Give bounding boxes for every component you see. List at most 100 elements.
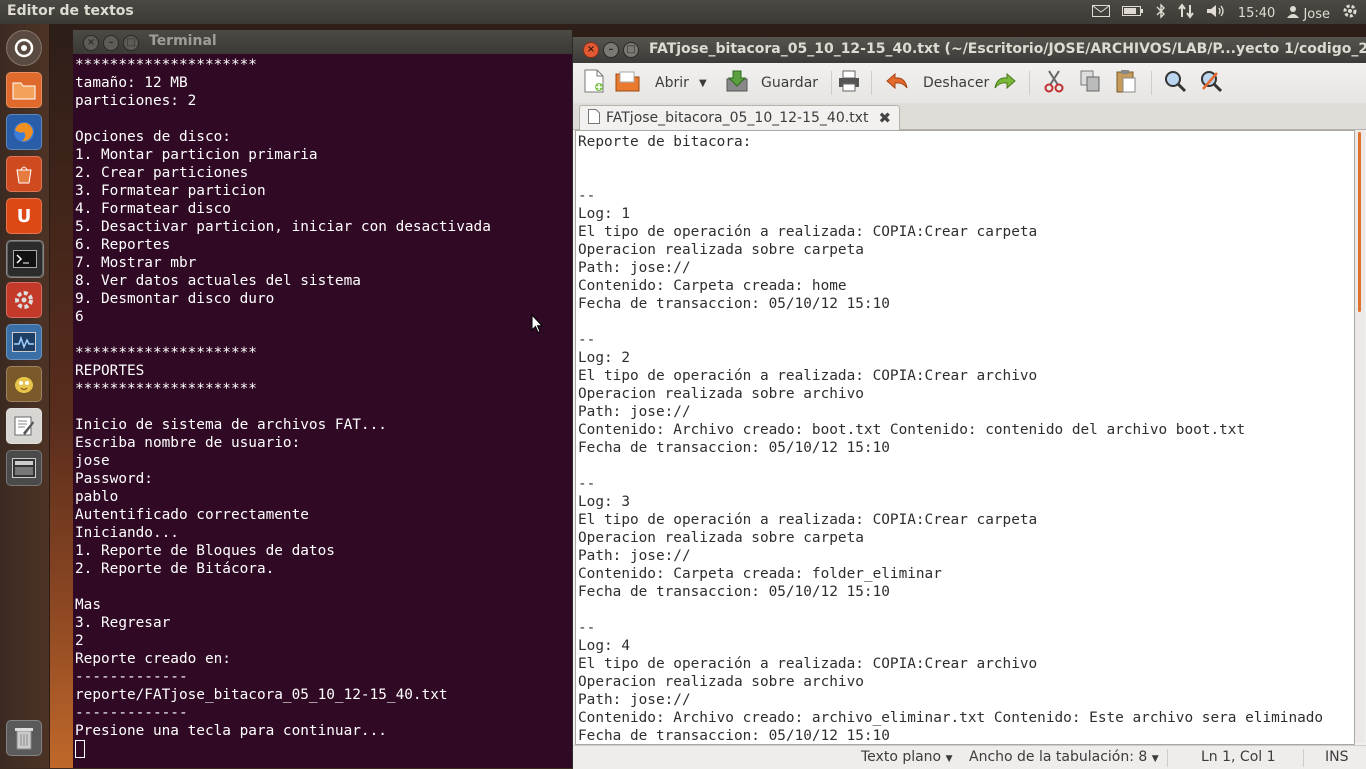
terminal-line: 3. Formatear particion bbox=[75, 183, 266, 199]
terminal-cursor bbox=[75, 740, 570, 760]
terminal-icon[interactable] bbox=[6, 240, 44, 278]
terminal-line: Opciones de disco: bbox=[75, 129, 231, 145]
editor-content[interactable]: Reporte de bitacora: -- Log: 1 El tipo de … bbox=[578, 133, 1354, 741]
firefox-icon[interactable] bbox=[6, 114, 42, 150]
scrollbar-thumb[interactable] bbox=[1358, 132, 1361, 312]
mail-icon[interactable] bbox=[1091, 5, 1110, 21]
gedit-maximize-button[interactable]: □ bbox=[623, 42, 639, 58]
document-tab-label: FATjose_bitacora_05_10_12-15_40.txt bbox=[606, 110, 869, 126]
scissors-icon bbox=[1043, 69, 1065, 97]
save-label: Guardar bbox=[761, 75, 819, 91]
search-replace-button[interactable] bbox=[1199, 70, 1223, 96]
terminal-close-button[interactable]: × bbox=[83, 35, 99, 51]
save-button[interactable]: Guardar bbox=[725, 70, 818, 96]
terminal-line: ------------- bbox=[75, 705, 188, 721]
terminal-line: Escriba nombre de usuario: bbox=[75, 435, 301, 451]
editor-scrollbar[interactable] bbox=[1355, 130, 1365, 743]
undo-label: Deshacer bbox=[923, 75, 990, 91]
editor-line: Reporte de bitacora: bbox=[578, 134, 752, 150]
tab-width-selector[interactable]: Ancho de la tabulación: 8 ▼ bbox=[969, 749, 1159, 765]
print-button[interactable] bbox=[837, 70, 861, 96]
terminal-line: 5. Desactivar particion, iniciar con des… bbox=[75, 219, 491, 235]
session-gear-icon[interactable] bbox=[1342, 3, 1358, 23]
editor-line: -- bbox=[578, 188, 596, 204]
terminal-title: Terminal bbox=[149, 33, 217, 49]
cut-button[interactable] bbox=[1043, 70, 1065, 96]
terminal-line: 1. Reporte de Bloques de datos bbox=[75, 543, 335, 559]
software-center-icon[interactable] bbox=[6, 156, 42, 192]
terminal-line: particiones: 2 bbox=[75, 93, 197, 109]
print-icon bbox=[837, 69, 861, 97]
statusbar: Texto plano ▼ Ancho de la tabulación: 8 … bbox=[573, 745, 1366, 769]
editor-line: -- bbox=[578, 620, 596, 636]
language-selector[interactable]: Texto plano ▼ bbox=[861, 749, 953, 765]
terminal-titlebar[interactable]: × – □ Terminal bbox=[73, 30, 572, 54]
gedit-titlebar[interactable]: × – □ FATjose_bitacora_05_10_12-15_40.tx… bbox=[573, 37, 1366, 63]
top-panel: Editor de textos 15:40 Jose bbox=[0, 0, 1366, 24]
gedit-close-button[interactable]: × bbox=[583, 42, 599, 58]
paste-clipboard-icon bbox=[1115, 69, 1137, 97]
copy-icon bbox=[1079, 69, 1101, 97]
indicator-area: 15:40 Jose bbox=[1091, 3, 1358, 23]
terminal-line: ********************* bbox=[75, 57, 257, 73]
text-editor-icon[interactable] bbox=[6, 408, 42, 444]
terminal-line: reporte/FATjose_bitacora_05_10_12-15_40.… bbox=[75, 687, 448, 703]
insert-mode: INS bbox=[1325, 749, 1349, 765]
terminal-line: 1. Montar particion primaria bbox=[75, 147, 318, 163]
pidgin-icon[interactable] bbox=[6, 366, 42, 402]
gedit-window[interactable]: × – □ FATjose_bitacora_05_10_12-15_40.tx… bbox=[572, 37, 1366, 769]
gedit-minimize-button[interactable]: – bbox=[603, 42, 619, 58]
document-tab[interactable]: FATjose_bitacora_05_10_12-15_40.txt ✖ bbox=[579, 105, 901, 130]
network-icon[interactable] bbox=[1178, 3, 1194, 23]
files-folder-icon[interactable] bbox=[6, 72, 42, 108]
system-settings-icon[interactable] bbox=[6, 282, 42, 318]
terminal-line: 6 bbox=[75, 309, 84, 325]
ubuntu-one-icon[interactable]: U bbox=[6, 198, 42, 234]
editor-line: Contenido: Archivo creado: boot.txt Cont… bbox=[578, 422, 1246, 438]
terminal-line: ********************* bbox=[75, 381, 257, 397]
terminal-line: 7. Mostrar mbr bbox=[75, 255, 197, 271]
terminal-line: 2 bbox=[75, 633, 84, 649]
search-button[interactable] bbox=[1163, 70, 1187, 96]
trash-icon[interactable] bbox=[6, 720, 42, 756]
terminal-window[interactable]: × – □ Terminal ********************* tama… bbox=[73, 30, 572, 768]
gedit-toolbar: Abrir ▼ Guardar Deshacer bbox=[573, 63, 1366, 103]
terminal-line: jose bbox=[75, 453, 110, 469]
terminal-line: pablo bbox=[75, 489, 119, 505]
new-document-button[interactable] bbox=[583, 69, 605, 96]
editor-line: Contenido: Carpeta creada: home bbox=[578, 278, 847, 294]
undo-button[interactable]: Deshacer bbox=[885, 70, 989, 96]
battery-icon[interactable] bbox=[1121, 5, 1144, 21]
volume-icon[interactable] bbox=[1206, 3, 1226, 23]
open-recent-dropdown[interactable]: ▼ bbox=[699, 70, 707, 96]
undo-arrow-icon bbox=[885, 71, 909, 95]
close-tab-icon[interactable]: ✖ bbox=[878, 109, 891, 127]
redo-button[interactable] bbox=[993, 70, 1017, 96]
terminal-minimize-button[interactable]: – bbox=[103, 35, 119, 51]
gedit-title: FATjose_bitacora_05_10_12-15_40.txt (~/E… bbox=[649, 41, 1366, 57]
terminal-line: 3. Regresar bbox=[75, 615, 171, 631]
system-monitor-icon[interactable] bbox=[6, 324, 42, 360]
dash-home-icon[interactable] bbox=[6, 30, 42, 66]
user-menu[interactable]: Jose bbox=[1287, 5, 1330, 22]
editor-line: El tipo de operación a realizada: COPIA:… bbox=[578, 512, 1038, 528]
terminal-maximize-button[interactable]: □ bbox=[123, 35, 139, 51]
terminal-line: Autentificado correctamente bbox=[75, 507, 309, 523]
text-editor-area[interactable]: Reporte de bitacora: -- Log: 1 El tipo de … bbox=[575, 130, 1355, 745]
editor-line: Contenido: Archivo creado: archivo_elimi… bbox=[578, 710, 1324, 726]
active-app-title: Editor de textos bbox=[7, 3, 134, 19]
terminal-line: ********************* bbox=[75, 345, 257, 361]
terminal-line: 2. Reporte de Bitácora. bbox=[75, 561, 275, 577]
terminal-output[interactable]: ********************* tamaño: 12 MB partic… bbox=[75, 56, 570, 766]
bluetooth-icon[interactable] bbox=[1156, 3, 1166, 23]
copy-button[interactable] bbox=[1079, 70, 1101, 96]
editor-line: Operacion realizada sobre archivo bbox=[578, 674, 864, 690]
workspace-switcher-icon[interactable] bbox=[6, 450, 42, 486]
open-button[interactable]: Abrir bbox=[615, 70, 689, 96]
clock-label[interactable]: 15:40 bbox=[1238, 6, 1275, 21]
launcher: U bbox=[0, 24, 50, 768]
paste-button[interactable] bbox=[1115, 70, 1137, 96]
